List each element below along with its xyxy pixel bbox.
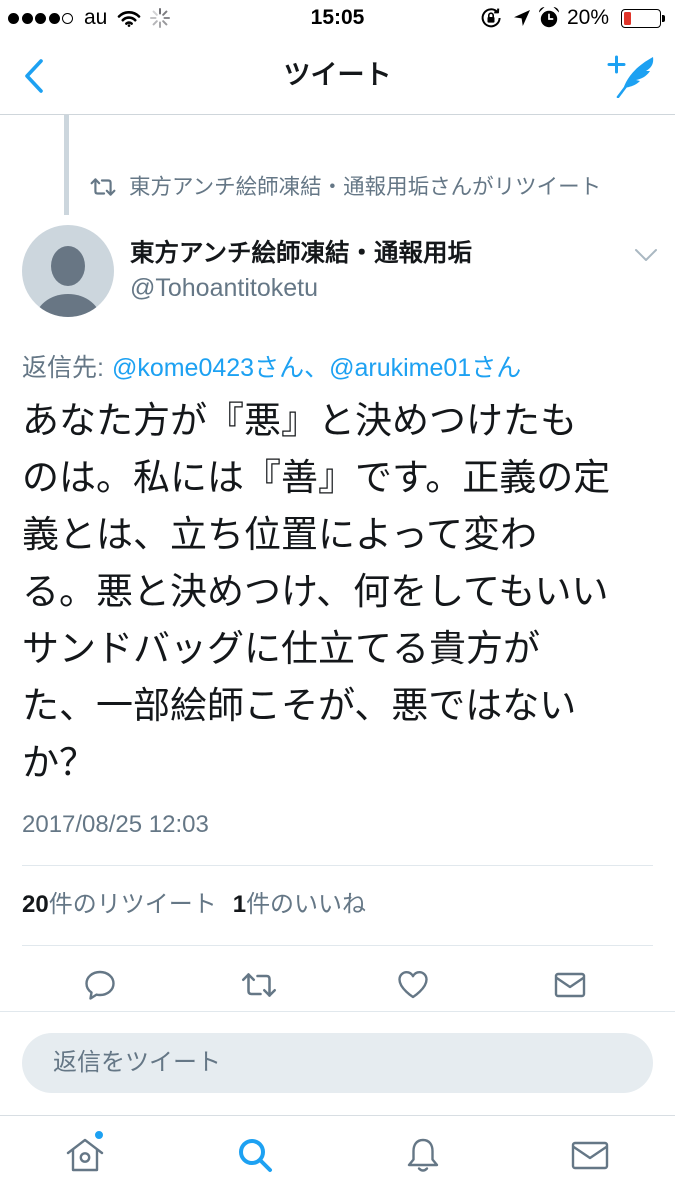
tweet-text-line: あなた方が『悪』と決めつけたも [22, 400, 577, 441]
alarm-clock-icon [538, 6, 560, 29]
tab-bar-divider [0, 1115, 675, 1116]
status-bar: au 15:05 20% [0, 0, 675, 40]
compose-tweet-button[interactable] [606, 54, 656, 98]
tab-home[interactable] [65, 1135, 105, 1175]
default-profile-icon [22, 225, 114, 317]
mention-link[interactable]: @kome0423さん [112, 354, 304, 382]
battery-nub [661, 15, 665, 22]
reply-to-label: 返信先: [22, 354, 104, 382]
compose-tweet-icon [606, 54, 656, 98]
page-title: ツイート [283, 60, 392, 90]
mention-link[interactable]: @arukime01さん [329, 354, 521, 382]
reply-button[interactable] [83, 968, 117, 1002]
notifications-bell-icon [403, 1135, 443, 1175]
tweet-text-line: 義とは、立ち位置によって変わ [22, 514, 538, 555]
retweets-count: 20 [22, 891, 49, 918]
retweets-label: 件のリツイート [48, 891, 217, 918]
like-button[interactable] [396, 968, 430, 1002]
retweets-stat[interactable]: 20件のリツイート [22, 890, 217, 920]
likes-label: 件のいいね [246, 891, 367, 918]
divider [22, 945, 653, 946]
home-icon [65, 1135, 105, 1175]
tweet-timestamp: 2017/08/25 12:03 [22, 811, 209, 838]
tweet-text-line: る。悪と決めつけ、何をしてもいい [22, 571, 609, 612]
retweet-icon [241, 970, 277, 1000]
avatar[interactable] [22, 225, 114, 317]
battery-body [621, 9, 661, 28]
battery-fill [624, 12, 631, 25]
tweet-text-line: た、一部絵師こそが、悪ではない [22, 685, 577, 726]
tab-search[interactable] [235, 1135, 275, 1175]
author-name[interactable]: 東方アンチ絵師凍結・通報用垢 [130, 239, 472, 269]
heart-icon [396, 968, 430, 1002]
chevron-down-icon [634, 248, 658, 262]
messages-mail-icon [570, 1135, 610, 1175]
mention-separator: 、 [304, 354, 330, 382]
home-notification-badge [94, 1130, 104, 1140]
location-arrow-icon [513, 9, 531, 27]
reply-tweet-input[interactable] [22, 1033, 653, 1093]
battery-icon [621, 9, 665, 28]
tweet-text-line: サンドバッグに仕立てる貴方が [22, 628, 540, 669]
tweet-menu-button[interactable] [632, 244, 660, 266]
tab-messages[interactable] [570, 1135, 610, 1175]
author-handle[interactable]: @Tohoantitoketu [130, 273, 318, 303]
retweeted-by-label[interactable]: 東方アンチ絵師凍結・通報用垢さんがリツイート [129, 174, 601, 200]
likes-stat[interactable]: 1件のいいね [233, 890, 366, 920]
retweet-icon [90, 176, 116, 198]
tweet-text-line: のは。私には『善』です。正義の定 [22, 457, 611, 498]
likes-count: 1 [232, 891, 247, 918]
divider [0, 1011, 675, 1012]
retweet-button[interactable] [241, 968, 277, 1002]
rotation-lock-icon [480, 7, 502, 29]
tweet-text-line: か？ [22, 742, 96, 783]
search-icon [235, 1135, 275, 1175]
thread-connector-line [64, 115, 69, 215]
direct-message-icon [553, 968, 587, 1002]
tweet-text: あなた方が『悪』と決めつけたも のは。私には『善』です。正義の定 義とは、立ち位… [22, 392, 662, 791]
reply-to-line: 返信先: @kome0423さん、@arukime01さん [22, 353, 521, 383]
direct-message-button[interactable] [553, 968, 587, 1002]
divider [22, 865, 653, 866]
tweet-stats: 20件のリツイート 1件のいいね [22, 890, 366, 920]
battery-percent: 20% [567, 6, 610, 29]
tab-notifications[interactable] [403, 1135, 443, 1175]
nav-divider [0, 114, 675, 115]
reply-icon [83, 968, 117, 1002]
